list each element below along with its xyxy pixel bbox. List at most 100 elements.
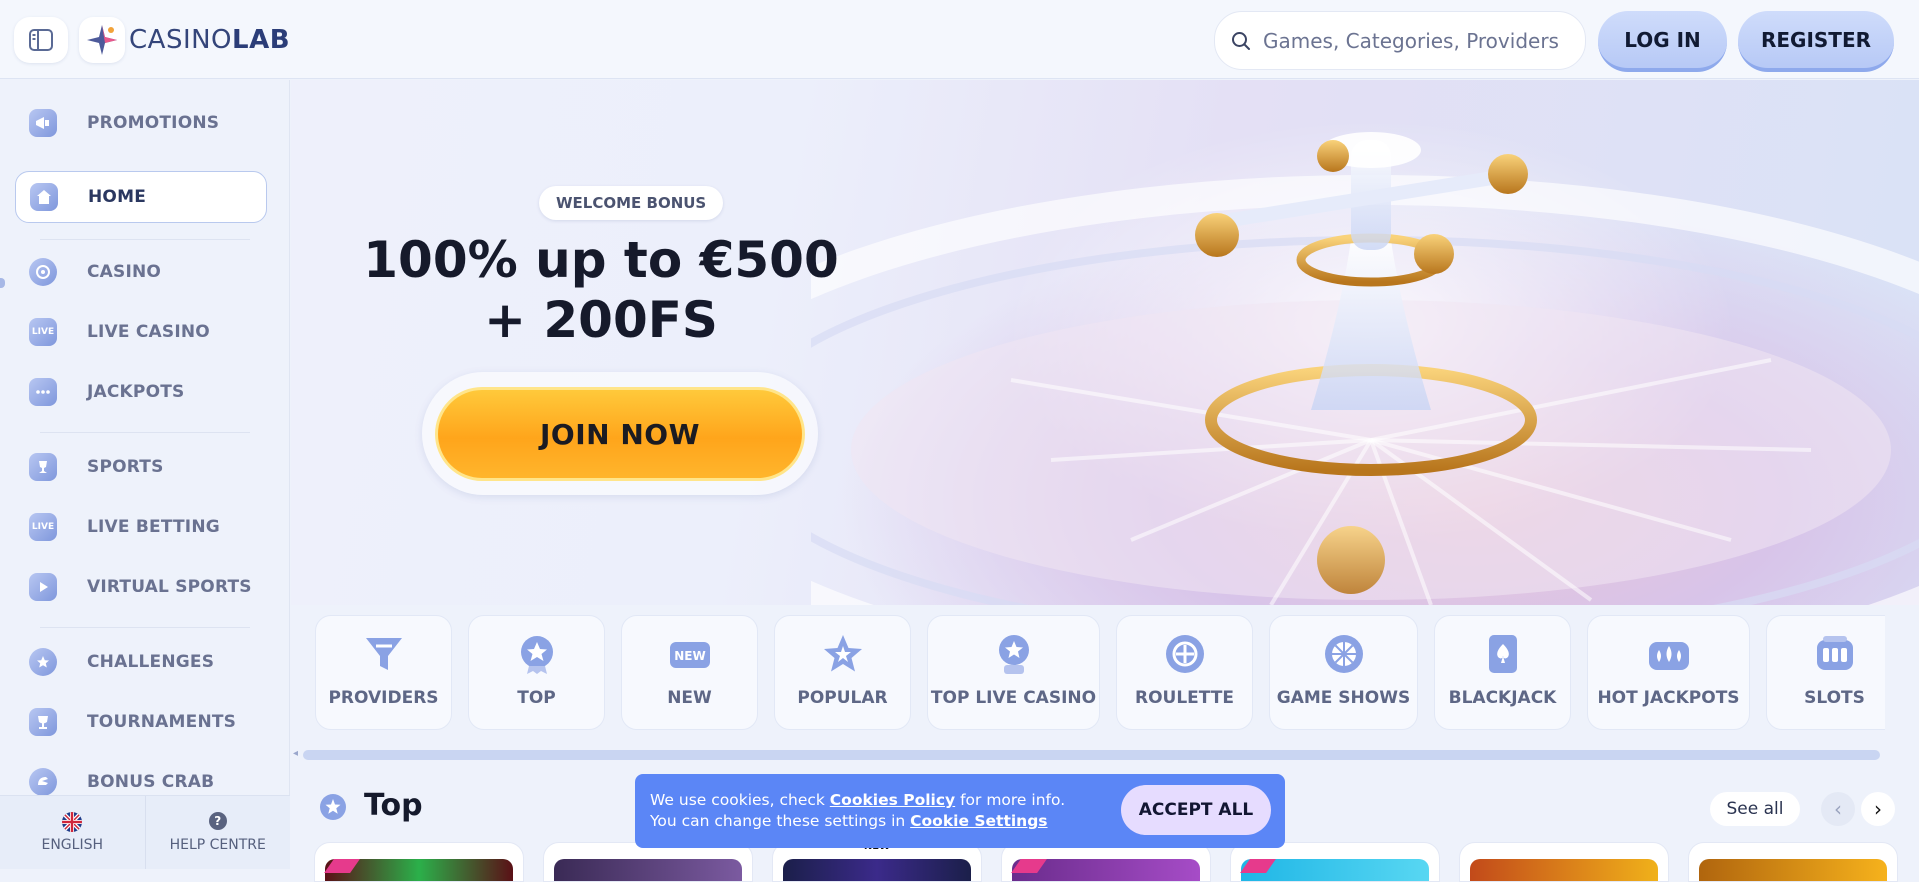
logo-star-icon [79, 17, 125, 63]
search-icon [1232, 31, 1250, 50]
logo-wordmark: CASINOLAB [129, 25, 291, 55]
carousel-prev-button[interactable]: ‹ [1821, 792, 1855, 826]
star-medal-icon [520, 636, 553, 674]
new-tag-icon: NEW [669, 642, 710, 668]
site-logo[interactable]: CASINOLAB [79, 17, 290, 63]
claw-icon [29, 768, 57, 796]
cup-icon [29, 708, 57, 736]
language-label: ENGLISH [41, 837, 103, 853]
game-thumbnail [554, 859, 742, 881]
spade-card-icon [1488, 635, 1517, 673]
help-icon: ? [208, 812, 227, 830]
funnel-icon [365, 638, 402, 670]
category-label: HOT JACKPOTS [1597, 688, 1740, 708]
sidebar-item-label: LIVE CASINO [87, 322, 210, 342]
sidebar-item-label: TOURNAMENTS [87, 712, 237, 732]
sidebar-item-virtual-sports[interactable]: VIRTUAL SPORTS [15, 561, 267, 613]
category-new[interactable]: NEW NEW [621, 615, 758, 730]
game-thumbnail [1699, 859, 1887, 881]
hero-title-line1: 100% up to €500 [363, 231, 839, 289]
sidebar-item-label: PROMOTIONS [87, 113, 220, 133]
game-tile[interactable] [1230, 842, 1440, 882]
play-icon [29, 573, 57, 601]
category-hot-jackpots[interactable]: HOT JACKPOTS [1587, 615, 1750, 730]
slot-machine-icon [1816, 636, 1853, 670]
category-game-shows[interactable]: GAME SHOWS [1269, 615, 1418, 730]
category-top[interactable]: TOP [468, 615, 605, 730]
sidebar-item-promotions[interactable]: PROMOTIONS [15, 97, 267, 149]
sidebar-footer: ENGLISH ? HELP CENTRE [0, 795, 290, 869]
game-tile[interactable] [1001, 842, 1211, 882]
coins-icon [1648, 642, 1689, 670]
sidebar-divider [40, 432, 250, 433]
category-label: SLOTS [1804, 688, 1865, 708]
top-header: CASINOLAB LOG IN REGISTER [0, 0, 1919, 79]
category-slots[interactable]: SLOTS [1766, 615, 1885, 730]
roulette-wheel-image [811, 132, 1919, 605]
login-button[interactable]: LOG IN [1598, 11, 1727, 72]
svg-text:NEW: NEW [674, 649, 705, 663]
sidebar-toggle-button[interactable] [14, 17, 68, 63]
sidebar-item-label: HOME [88, 187, 147, 207]
carousel-next-button[interactable]: › [1861, 792, 1895, 826]
sidebar-divider [40, 627, 250, 628]
category-label: TOP LIVE CASINO [930, 688, 1097, 708]
category-roulette[interactable]: ROULETTE [1116, 615, 1253, 730]
search-input[interactable] [1263, 28, 1573, 53]
cookie-message: We use cookies, check Cookies Policy for… [650, 791, 1066, 830]
sidebar-item-live-betting[interactable]: LIVE LIVE BETTING [15, 501, 267, 553]
sidebar-divider [40, 239, 250, 240]
home-icon [30, 183, 58, 211]
scroll-left-arrow[interactable]: ◂ [293, 748, 298, 759]
search-box[interactable] [1214, 11, 1586, 70]
category-label: PROVIDERS [328, 688, 439, 708]
category-blackjack[interactable]: BLACKJACK [1434, 615, 1571, 730]
sidebar-item-label: CASINO [87, 262, 162, 282]
sidebar-nav: PROMOTIONS HOME CASINO LIVE LIVE CASINO … [0, 80, 290, 869]
sidebar-item-home[interactable]: HOME [15, 171, 267, 223]
cookie-settings-link[interactable]: Cookie Settings [910, 812, 1047, 830]
language-selector[interactable]: ENGLISH [0, 796, 145, 869]
sidebar-item-jackpots[interactable]: JACKPOTS [15, 366, 267, 418]
sidebar-item-casino[interactable]: CASINO [15, 246, 267, 298]
sidebar-item-live-casino[interactable]: LIVE LIVE CASINO [15, 306, 267, 358]
cookie-banner: We use cookies, check Cookies Policy for… [635, 774, 1285, 848]
join-now-button[interactable]: JOIN NOW [435, 387, 805, 481]
hero-title: 100% up to €500 + 200FS [351, 230, 851, 350]
game-tile[interactable] [1459, 842, 1669, 882]
sidebar-item-label: LIVE BETTING [87, 517, 220, 537]
game-thumbnail [783, 859, 971, 881]
register-button[interactable]: REGISTER [1738, 11, 1894, 72]
chevron-left-icon: ‹ [1834, 797, 1842, 821]
game-tile[interactable] [1688, 842, 1898, 882]
sidebar-item-challenges[interactable]: CHALLENGES [15, 636, 267, 688]
see-all-link[interactable]: See all [1710, 792, 1800, 826]
category-top-live-casino[interactable]: TOP LIVE CASINO [927, 615, 1100, 730]
category-label: BLACKJACK [1448, 688, 1557, 708]
chip-icon [29, 258, 57, 286]
star-icon [823, 635, 862, 672]
category-label: GAME SHOWS [1276, 688, 1411, 708]
category-label: TOP [517, 688, 556, 708]
game-tile[interactable] [543, 842, 753, 882]
category-scrollbar[interactable] [303, 750, 1880, 760]
uk-flag-icon [62, 812, 83, 832]
accept-all-button[interactable]: ACCEPT ALL [1121, 785, 1271, 835]
help-centre-link[interactable]: ? HELP CENTRE [144, 796, 291, 869]
game-tile[interactable] [314, 842, 524, 882]
game-tile[interactable]: NEW [772, 842, 982, 882]
cookies-policy-link[interactable]: Cookies Policy [830, 791, 955, 809]
category-strip: PROVIDERS TOP NEW NEW POPULAR TOP LIVE C… [315, 615, 1885, 732]
roulette-icon [1165, 635, 1204, 673]
sidebar-item-sports[interactable]: SPORTS [15, 441, 267, 493]
top-section-icon [320, 794, 346, 820]
category-popular[interactable]: POPULAR [774, 615, 911, 730]
category-label: POPULAR [797, 688, 888, 708]
category-providers[interactable]: PROVIDERS [315, 615, 452, 730]
section-title: Top [364, 788, 423, 823]
sidebar-item-tournaments[interactable]: TOURNAMENTS [15, 696, 267, 748]
wheel-icon [1324, 635, 1363, 673]
sidebar-item-label: JACKPOTS [87, 382, 185, 402]
sidebar-item-label: BONUS CRAB [87, 772, 215, 792]
trophy-icon [29, 453, 57, 481]
